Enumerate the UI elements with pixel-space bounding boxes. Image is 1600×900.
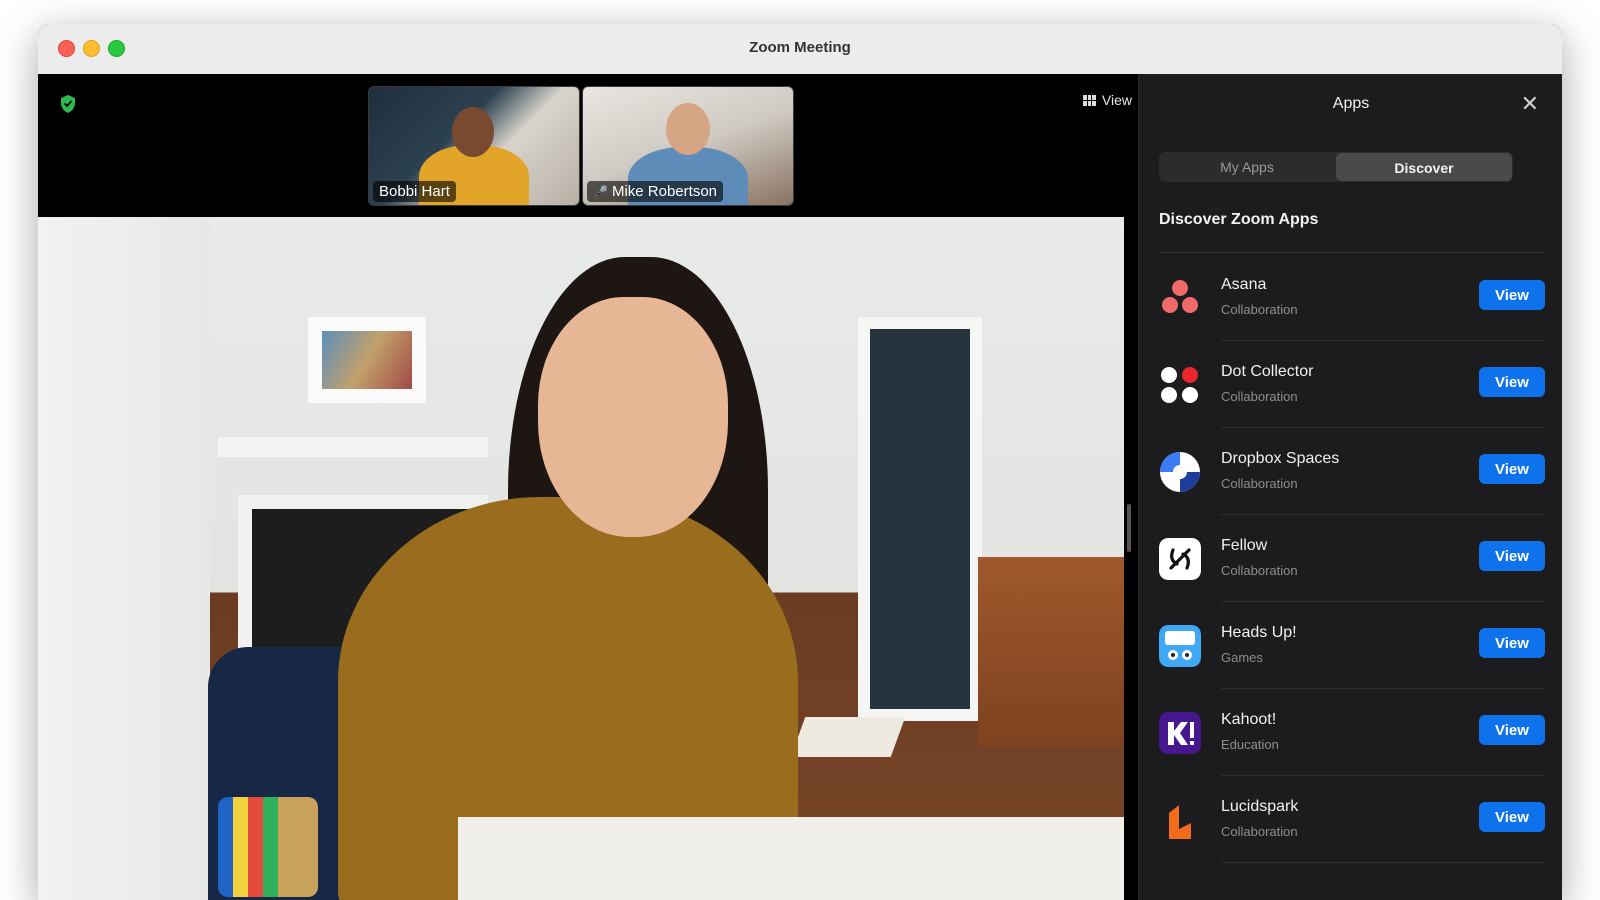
list-item[interactable]: Kahoot! Education View [1159,689,1545,776]
list-item[interactable]: Dot Collector Collaboration View [1161,341,1545,428]
apps-panel: Apps ✕ My Apps Discover Discover Zoom Ap… [1138,74,1562,900]
list-item[interactable]: Dropbox Spaces Collaboration View [1160,428,1545,515]
participant-name-badge: 🎤 Mike Robertson [587,181,723,202]
video-background [218,437,488,457]
list-item[interactable]: Fellow Collaboration View [1159,515,1545,602]
participant-face [666,103,710,155]
view-app-button[interactable]: View [1479,628,1545,658]
view-app-button[interactable]: View [1479,454,1545,484]
app-category: Education [1221,737,1279,752]
video-background [458,817,1124,900]
gallery-view-icon [1082,94,1096,106]
app-name: Dot Collector [1221,363,1314,380]
app-category: Collaboration [1221,824,1298,839]
app-category: Games [1221,650,1263,665]
divider [1159,252,1545,253]
apps-list: Asana Collaboration View Dot Collector C… [1139,254,1562,863]
speaker-face [538,297,728,537]
app-category: Collaboration [1221,563,1298,578]
title-bar: Zoom Meeting [38,24,1562,75]
list-item[interactable]: Heads Up! Games View [1159,602,1545,689]
security-shield-icon[interactable] [60,95,76,113]
kahoot-icon [1159,712,1201,754]
video-background [38,217,210,900]
app-name: Heads Up! [1221,624,1297,641]
participant-face [452,107,494,157]
view-app-button[interactable]: View [1479,802,1545,832]
apps-tab-control: My Apps Discover [1159,152,1513,182]
section-title: Discover Zoom Apps [1159,211,1319,228]
dot-collector-icon [1161,367,1198,403]
heads-up-icon [1159,625,1201,667]
mic-muted-icon: 🎤 [593,184,608,199]
video-background [218,797,318,897]
participant-tile[interactable]: 🎤 Mike Robertson [582,86,794,206]
lucidspark-icon [1169,805,1191,839]
app-name: Asana [1221,276,1267,293]
video-background [858,317,982,721]
video-background [790,717,906,757]
tab-discover[interactable]: Discover [1336,153,1512,181]
dropbox-spaces-icon [1160,452,1200,492]
view-app-button[interactable]: View [1479,367,1545,397]
view-menu-button[interactable]: View [1082,92,1132,108]
participant-name: Mike Robertson [611,183,717,200]
view-app-button[interactable]: View [1479,280,1545,310]
zoom-window: Zoom Meeting Bobbi Hart 🎤 Mike Robertson [38,24,1562,900]
fellow-icon [1159,538,1201,580]
app-name: Dropbox Spaces [1221,450,1340,467]
view-app-button[interactable]: View [1479,715,1545,745]
participant-name-badge: Bobbi Hart [373,181,456,202]
app-name: Lucidspark [1221,798,1299,815]
meeting-area: Bobbi Hart 🎤 Mike Robertson View [38,74,1162,900]
close-icon[interactable]: ✕ [1521,93,1539,115]
video-background [308,317,426,403]
app-name: Kahoot! [1221,711,1277,728]
app-category: Collaboration [1221,476,1298,491]
asana-icon [1162,280,1198,313]
participant-tile[interactable]: Bobbi Hart [368,86,580,206]
app-category: Collaboration [1221,302,1298,317]
list-item[interactable]: Asana Collaboration View [1162,254,1545,341]
view-app-button[interactable]: View [1479,541,1545,571]
app-category: Collaboration [1221,389,1298,404]
list-item[interactable]: Lucidspark Collaboration View [1169,776,1545,863]
tab-my-apps[interactable]: My Apps [1159,152,1335,182]
video-background [978,557,1124,747]
panel-resize-handle[interactable] [1127,504,1131,552]
active-speaker-video [38,217,1124,900]
view-label: View [1101,92,1132,108]
participant-name: Bobbi Hart [379,183,450,200]
window-title: Zoom Meeting [749,39,851,56]
panel-title: Apps [1332,95,1370,112]
app-name: Fellow [1221,537,1268,554]
